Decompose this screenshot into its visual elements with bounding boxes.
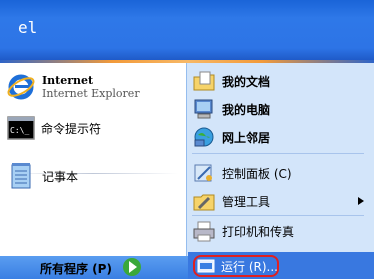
all-programs-button[interactable]: 所有程序 (P) [40,260,112,277]
chevron-right-icon [358,197,364,205]
printer-icon [193,221,215,242]
place-admin-tools[interactable]: 管理工具 [192,189,270,213]
user-name: el [18,18,38,37]
my-documents-icon [193,71,215,91]
pinned-title: Internet [42,74,94,87]
place-label: 我的文档 [222,74,271,89]
pinned-title: 命令提示符 [41,121,102,136]
start-menu-header: el [0,0,374,60]
all-programs-label: 所有程序 (P) [40,262,112,276]
svg-text:C:\_: C:\_ [10,126,29,135]
place-printers[interactable]: 打印机和传真 [192,219,294,243]
pinned-internet-explorer[interactable]: Internet Internet Explorer [6,72,140,102]
place-my-documents[interactable]: 我的文档 [192,69,270,93]
my-computer-icon [194,99,213,119]
place-label: 我的电脑 [222,102,271,117]
place-label: 管理工具 [222,194,271,209]
recent-notepad[interactable]: 记事本 [8,162,78,190]
control-panel-icon [194,164,212,182]
place-network[interactable]: 网上邻居 [192,125,270,149]
admin-tools-icon [193,194,215,211]
notepad-icon [11,163,31,189]
run-highlight-annotation [193,255,279,277]
network-places-icon [194,127,214,147]
command-prompt-icon: C:\_ [7,116,35,140]
recent-title: 记事本 [42,169,79,184]
right-separator [192,215,364,216]
place-label: 网上邻居 [222,130,271,145]
all-programs-arrow-icon [123,258,141,276]
right-separator [192,153,364,154]
place-label: 打印机和传真 [222,224,295,239]
internet-explorer-icon [7,74,35,100]
place-control-panel[interactable]: 控制面板 (C) [192,161,292,185]
place-my-computer[interactable]: 我的电脑 [192,97,270,121]
pinned-subtitle: Internet Explorer [42,87,140,100]
place-label: 控制面板 (C) [222,166,292,181]
pinned-command-prompt[interactable]: C:\_ 命令提示符 [7,116,101,140]
